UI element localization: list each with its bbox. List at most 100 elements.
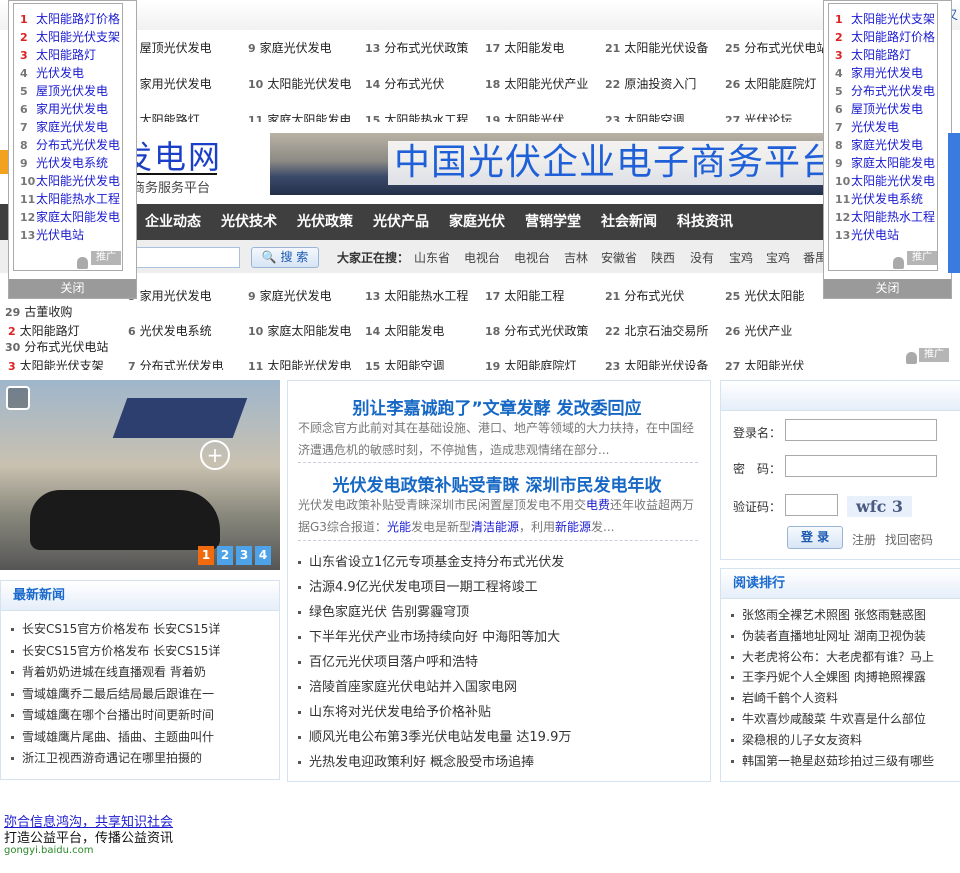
slideshow-image[interactable]: + <box>0 380 280 570</box>
side-share-tab[interactable] <box>948 133 960 273</box>
float-list-item[interactable]: 13光伏电站 <box>20 226 84 243</box>
keyword-link[interactable]: 13 分布式光伏政策 <box>365 39 468 56</box>
keyword-link[interactable]: 9 家庭光伏发电 <box>248 39 332 56</box>
float-list-item[interactable]: 8 分布式光伏发电 <box>20 136 120 153</box>
float-list-item[interactable]: 7 家庭光伏发电 <box>20 118 108 135</box>
float-list-item[interactable]: 5 屋顶光伏发电 <box>20 82 108 99</box>
float-list-item[interactable]: 1 太阳能光伏支架 <box>835 10 935 27</box>
keyword-link[interactable]: 23 太阳能空调 <box>605 111 684 122</box>
password-input[interactable] <box>785 455 937 477</box>
news-list-item[interactable]: 涪陵首座家庭光伏电站并入国家电网 <box>298 676 517 695</box>
headline-2[interactable]: 光伏发电政策补贴受青睐 深圳市民发电年收 <box>287 471 707 496</box>
keyword-link[interactable]: 7太阳能路灯 <box>128 111 200 122</box>
keyword-link[interactable]: 23 太阳能光伏设备 <box>605 357 708 370</box>
ranking-list-item[interactable]: 牛欢喜炒咸酸菜 牛欢喜是什么部位 <box>731 710 926 727</box>
keyword-link[interactable]: 27 光伏论坛 <box>725 111 792 122</box>
keyword-link[interactable]: 18 分布式光伏政策 <box>485 322 588 339</box>
keyword-link[interactable]: 13 太阳能热水工程 <box>365 287 468 304</box>
keyword-link[interactable]: 14 太阳能发电 <box>365 322 444 339</box>
news-list-item[interactable]: 沽源4.9亿光伏发电项目一期工程将竣工 <box>298 576 538 595</box>
float-list-item[interactable]: 8 家庭光伏发电 <box>835 136 923 153</box>
close-button[interactable]: 关闭 <box>9 279 136 298</box>
keyword-link[interactable]: 17 太阳能工程 <box>485 287 564 304</box>
news-list-item[interactable]: 雪域雄鹰片尾曲、插曲、主题曲叫什 <box>11 728 214 745</box>
keyword-link[interactable]: 清洁能源 <box>471 520 519 534</box>
float-list-item[interactable]: 10太阳能光伏发电 <box>835 172 935 189</box>
float-list-item[interactable]: 2 太阳能光伏支架 <box>20 28 120 45</box>
slide-page-2[interactable]: 2 <box>217 546 233 565</box>
keyword-link[interactable]: 15 太阳能空调 <box>365 357 444 370</box>
keyword-link[interactable]: 2 太阳能路灯 <box>8 322 80 339</box>
ranking-list-item[interactable]: 梁稳根的儿子女友资料 <box>731 731 862 748</box>
news-list-item[interactable]: 绿色家庭光伏 告别雾霾穹顶 <box>298 601 469 620</box>
nav-item[interactable]: 光伏产品 <box>373 204 429 240</box>
hot-search-word[interactable]: 安徽省 <box>601 249 637 266</box>
slide-page-1[interactable]: 1 <box>198 546 214 565</box>
nav-item[interactable]: 光伏技术 <box>221 204 277 240</box>
float-list-item[interactable]: 4 家用光伏发电 <box>835 64 923 81</box>
float-list-item[interactable]: 2 太阳能路灯价格 <box>835 28 935 45</box>
float-list-item[interactable]: 13光伏电站 <box>835 226 899 243</box>
keyword-link[interactable]: 11 太阳能光伏发电 <box>248 357 351 370</box>
ranking-list-item[interactable]: 王李丹妮个人全婐图 肉搏艳照裸露 <box>731 668 926 685</box>
ad-tag[interactable]: 推广 <box>919 348 949 362</box>
ranking-list-item[interactable]: 韩国第一艳星赵茹珍拍过三级有哪些 <box>731 752 934 769</box>
login-button[interactable]: 登 录 <box>787 526 843 549</box>
float-list-item[interactable]: 12太阳能热水工程 <box>835 208 935 225</box>
nav-item[interactable]: 科技资讯 <box>677 204 733 240</box>
zoom-plus-icon[interactable]: + <box>200 440 230 470</box>
ad-tag[interactable]: 推广 <box>91 251 121 265</box>
float-list-item[interactable]: 6 屋顶光伏发电 <box>835 100 923 117</box>
ranking-list-item[interactable]: 大老虎将公布：大老虎都有谁？马上 <box>731 648 934 665</box>
hot-search-word[interactable]: 电视台 <box>464 249 500 266</box>
float-list-item[interactable]: 3 太阳能路灯 <box>835 46 911 63</box>
keyword-link[interactable]: 9 家庭光伏发电 <box>248 287 332 304</box>
keyword-link[interactable]: 18 太阳能光伏产业 <box>485 75 588 92</box>
float-list-item[interactable]: 9 家庭太阳能发电 <box>835 154 935 171</box>
keyword-link[interactable]: 26 太阳能庭院灯 <box>725 75 816 92</box>
float-list-item[interactable]: 11光伏发电系统 <box>835 190 923 207</box>
keyword-link[interactable]: 7 分布式光伏发电 <box>128 357 224 370</box>
hot-search-word[interactable]: 吉林 <box>564 249 588 266</box>
footer-ad-url[interactable]: gongyi.baidu.com <box>4 845 94 856</box>
float-list-item[interactable]: 5 分布式光伏发电 <box>835 82 935 99</box>
keyword-link[interactable]: 新能源 <box>555 520 591 534</box>
nav-item[interactable]: 营销学堂 <box>525 204 581 240</box>
slide-page-3[interactable]: 3 <box>236 546 252 565</box>
float-list-item[interactable]: 12家庭太阳能发电 <box>20 208 120 225</box>
search-button[interactable]: 🔍 搜 索 <box>251 247 319 268</box>
ranking-list-item[interactable]: 岩崎千鹤个人资料 <box>731 689 838 706</box>
float-list-item[interactable]: 4 光伏发电 <box>20 64 84 81</box>
keyword-link[interactable]: 14 分布式光伏 <box>365 75 444 92</box>
keyword-link[interactable]: 21 太阳能光伏设备 <box>605 39 708 56</box>
news-list-item[interactable]: 浙江卫视西游奇遇记在哪里拍摄的 <box>11 749 202 766</box>
nav-item[interactable]: 光伏政策 <box>297 204 353 240</box>
keyword-link[interactable]: 5屋顶光伏发电 <box>128 39 212 56</box>
float-list-item[interactable]: 11太阳能热水工程 <box>20 190 120 207</box>
hot-search-word[interactable]: 电视台 <box>514 249 550 266</box>
share-icon[interactable] <box>6 386 30 410</box>
keyword-link[interactable]: 10 家庭太阳能发电 <box>248 322 351 339</box>
keyword-link[interactable]: 3 太阳能光伏支架 <box>8 357 104 370</box>
news-list-item[interactable]: 下半年光伏产业市场持续向好 中海阳等加大 <box>298 626 560 645</box>
ranking-list-item[interactable]: 伪装者直播地址网址 湖南卫视伪装 <box>731 627 926 644</box>
keyword-link[interactable]: 27 太阳能光伏 <box>725 357 804 370</box>
keyword-link[interactable]: 29 古董收购 <box>5 303 72 320</box>
ranking-list-item[interactable]: 张悠雨全裸艺术照图 张悠雨魅惑图 <box>731 606 926 623</box>
keyword-link[interactable]: 电费 <box>586 498 610 512</box>
keyword-link[interactable]: 5家用光伏发电 <box>128 287 212 304</box>
close-button[interactable]: 关闭 <box>824 279 951 298</box>
keyword-link[interactable]: 26 光伏产业 <box>725 322 792 339</box>
nav-item[interactable]: 社会新闻 <box>601 204 657 240</box>
register-link[interactable]: 注册 <box>852 531 876 548</box>
keyword-link[interactable]: 6家用光伏发电 <box>128 75 212 92</box>
hot-search-word[interactable]: 没有 <box>690 249 714 266</box>
keyword-link[interactable]: 30 分布式光伏电站 <box>5 338 108 355</box>
keyword-link[interactable]: 15 太阳能热水工程 <box>365 111 468 122</box>
headline-1[interactable]: 别让李嘉诚跑了”文章发酵 发改委回应 <box>287 394 707 419</box>
float-list-item[interactable]: 3 太阳能路灯 <box>20 46 96 63</box>
float-list-item[interactable]: 1 太阳能路灯价格 <box>20 10 120 27</box>
float-list-item[interactable]: 6 家用光伏发电 <box>20 100 108 117</box>
keyword-link[interactable]: 19 太阳能庭院灯 <box>485 357 576 370</box>
keyword-link[interactable]: 19 太阳能光伏 <box>485 111 564 122</box>
